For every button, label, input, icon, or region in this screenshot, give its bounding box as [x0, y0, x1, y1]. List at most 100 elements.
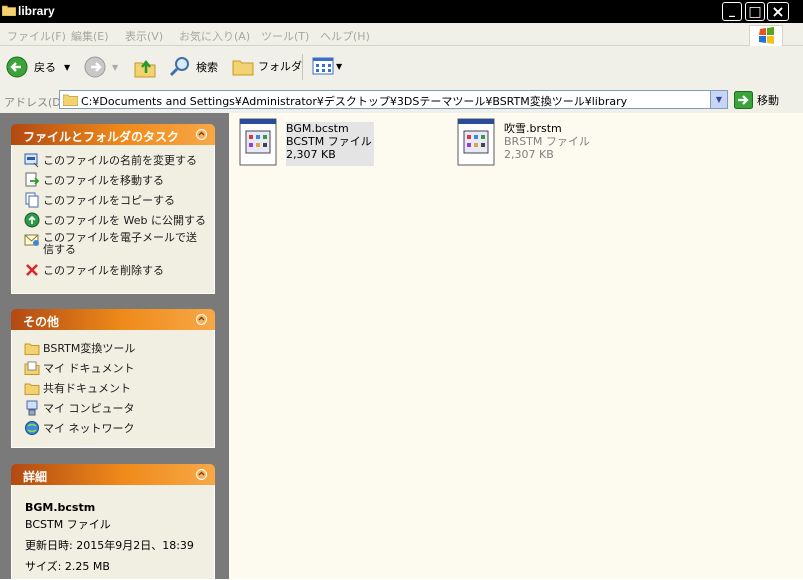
file-icon [457, 118, 495, 166]
file-icon [239, 118, 277, 166]
task-rename[interactable]: このファイルの名前を変更する [24, 152, 197, 168]
collapse-chevron-icon[interactable] [196, 129, 207, 140]
maximize-icon: □ [748, 3, 762, 20]
file-size: 2,307 KB [286, 148, 336, 161]
task-move-label: このファイルを移動する [43, 174, 164, 187]
other-places-title: その他 [23, 315, 60, 329]
go-button[interactable]: 移動 [734, 91, 779, 109]
search-label: 検索 [196, 61, 218, 74]
move-icon [25, 172, 40, 187]
file-item[interactable]: BGM.bcstm BCSTM ファイル 2,307 KB [239, 118, 374, 166]
place-my-documents[interactable]: マイ ドキュメント [24, 360, 135, 376]
menu-tools[interactable]: ツール(T) [261, 28, 309, 44]
collapse-chevron-icon[interactable] [196, 469, 207, 480]
file-name: 吹雪.brstm [504, 122, 562, 135]
task-web-publish[interactable]: このファイルを Web に公開する [24, 212, 206, 228]
other-places-body: BSRTM変換ツール マイ ドキュメント 共有ドキュメント マイ コンピュータ … [11, 330, 215, 448]
menu-bar: ファイル(F) 編集(E) 表示(V) お気に入り(A) ツール(T) ヘルプ(… [0, 23, 803, 46]
place-bsrtm-folder[interactable]: BSRTM変換ツール [24, 340, 135, 356]
back-label: 戻る [34, 61, 56, 74]
go-label: 移動 [757, 94, 779, 107]
address-label: アドレス(D) [4, 96, 66, 109]
menu-help[interactable]: ヘルプ(H) [320, 28, 370, 44]
details-panel: 詳細 BGM.bcstm BCSTM ファイル 更新日時: 2015年9月2日、… [11, 464, 215, 580]
other-places-header[interactable]: その他 [11, 309, 215, 330]
details-header[interactable]: 詳細 [11, 464, 215, 485]
email-icon [24, 234, 39, 246]
place-my-computer-label: マイ コンピュータ [43, 402, 135, 415]
task-email-label: このファイルを電子メールで送信する [43, 231, 197, 256]
task-move[interactable]: このファイルを移動する [24, 172, 164, 188]
address-bar: アドレス(D) C:¥Documents and Settings¥Admini… [0, 88, 803, 114]
task-delete-label: このファイルを削除する [43, 264, 164, 277]
views-icon [312, 57, 334, 75]
file-tasks-body: このファイルの名前を変更する このファイルを移動する このファイルをコピーする … [11, 145, 215, 294]
place-bsrtm-folder-label: BSRTM変換ツール [43, 342, 136, 355]
task-delete[interactable]: このファイルを削除する [24, 262, 164, 278]
chevron-down-icon: ▼ [715, 95, 723, 104]
file-tasks-title: ファイルとフォルダのタスク [23, 130, 180, 144]
toolbar-separator [302, 54, 303, 80]
folder-icon [2, 5, 16, 16]
file-tasks-panel: ファイルとフォルダのタスク このファイルの名前を変更する このファイルを移動する… [11, 124, 215, 294]
file-type: BRSTM ファイル [504, 135, 590, 148]
place-my-computer[interactable]: マイ コンピュータ [24, 400, 135, 416]
folders-button[interactable]: フォルダ [232, 56, 302, 76]
title-bar[interactable]: library _ □ × [0, 0, 803, 23]
menu-favorites[interactable]: お気に入り(A) [179, 28, 250, 44]
details-size: サイズ: 2.25 MB [25, 560, 110, 573]
other-places-panel: その他 BSRTM変換ツール マイ ドキュメント 共有ドキュメント マイ コンピ… [11, 309, 215, 448]
details-file-type: BCSTM ファイル [25, 518, 111, 531]
address-path: C:¥Documents and Settings¥Administrator¥… [81, 95, 628, 108]
menu-file[interactable]: ファイル(F) [7, 28, 66, 44]
address-dropdown-button[interactable]: ▼ [710, 91, 727, 108]
window-title: library [18, 4, 55, 18]
place-my-network[interactable]: マイ ネットワーク [24, 420, 135, 436]
task-pane: ファイルとフォルダのタスク このファイルの名前を変更する このファイルを移動する… [0, 113, 229, 580]
forward-arrow-icon [84, 56, 106, 78]
up-folder-icon [134, 59, 156, 78]
forward-dropdown-icon[interactable]: ▼ [112, 63, 118, 72]
place-shared-documents-label: 共有ドキュメント [43, 382, 131, 395]
minimize-icon: _ [729, 2, 735, 17]
my-network-icon [25, 421, 39, 435]
place-shared-documents[interactable]: 共有ドキュメント [24, 380, 131, 396]
close-button[interactable]: × [767, 2, 789, 21]
back-button[interactable]: 戻る ▼ [6, 56, 70, 78]
search-icon [169, 57, 189, 77]
menu-edit[interactable]: 編集(E) [71, 28, 109, 44]
search-button[interactable]: 検索 [168, 55, 218, 79]
file-name: BGM.bcstm [286, 122, 349, 135]
collapse-chevron-icon[interactable] [196, 314, 207, 325]
file-size: 2,307 KB [504, 148, 554, 161]
task-email[interactable]: このファイルを電子メールで送信する [24, 232, 199, 256]
task-copy[interactable]: このファイルをコピーする [24, 192, 175, 208]
my-documents-icon [24, 361, 40, 375]
file-tasks-header[interactable]: ファイルとフォルダのタスク [11, 124, 215, 145]
maximize-button[interactable]: □ [745, 2, 765, 21]
minimize-button[interactable]: _ [722, 2, 742, 21]
back-arrow-icon [6, 56, 28, 78]
task-copy-label: このファイルをコピーする [43, 194, 175, 207]
address-input[interactable]: C:¥Documents and Settings¥Administrator¥… [59, 90, 728, 109]
file-item[interactable]: 吹雪.brstm BRSTM ファイル 2,307 KB [457, 118, 590, 166]
file-type: BCSTM ファイル [286, 135, 372, 148]
rename-icon [24, 153, 39, 168]
web-publish-icon [24, 212, 40, 228]
menu-view[interactable]: 表示(V) [125, 28, 163, 44]
my-computer-icon [26, 400, 38, 416]
file-list-view[interactable]: BGM.bcstm BCSTM ファイル 2,307 KB 吹雪.brstm B… [229, 113, 803, 579]
windows-flag-icon [759, 27, 774, 44]
details-title: 詳細 [23, 470, 48, 484]
shared-documents-icon [24, 383, 40, 395]
views-button[interactable]: ▼ [312, 56, 342, 76]
folders-icon [232, 60, 254, 76]
copy-icon [25, 192, 39, 208]
forward-button[interactable]: ▼ [84, 56, 118, 78]
close-icon: × [771, 2, 785, 21]
folder-icon [63, 94, 78, 106]
up-folder-button[interactable] [133, 55, 157, 79]
views-dropdown-icon[interactable]: ▼ [336, 62, 342, 71]
back-dropdown-icon[interactable]: ▼ [64, 63, 70, 72]
details-file-name: BGM.bcstm [25, 501, 96, 514]
